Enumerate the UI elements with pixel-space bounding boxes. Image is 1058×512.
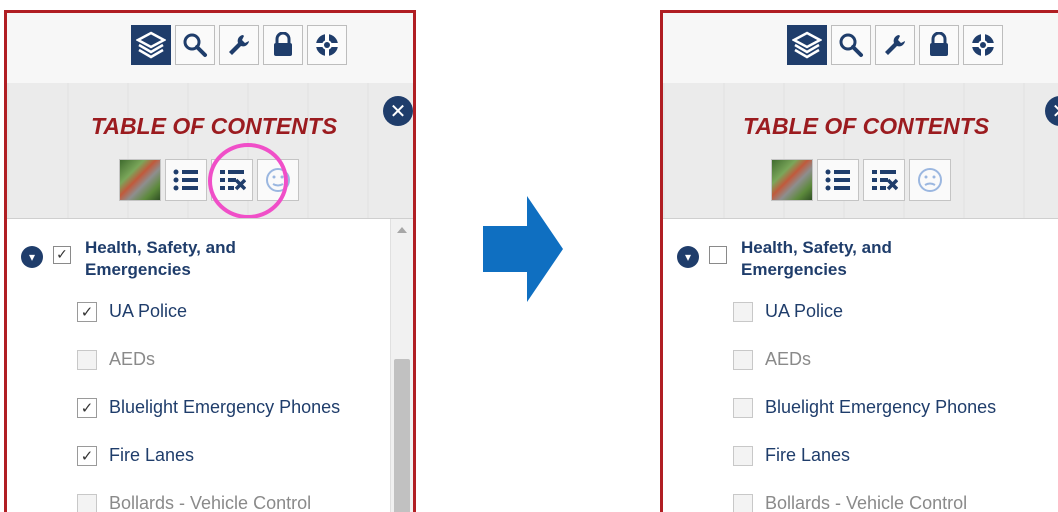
toolbar bbox=[663, 13, 1058, 83]
layer-label: Bollards - Vehicle Control bbox=[109, 493, 312, 512]
layer-list: ▾ Health, Safety, and Emergencies UA Pol… bbox=[663, 218, 1058, 512]
layer-label: Bollards - Vehicle Control bbox=[765, 493, 968, 512]
layer-label: Fire Lanes bbox=[765, 445, 851, 465]
check-icon: ✓ bbox=[80, 302, 94, 321]
wrench-icon bbox=[885, 35, 905, 55]
layer-item-fire-lanes[interactable]: Fire Lanes bbox=[733, 445, 850, 466]
group-label: Health, Safety, and Emergencies bbox=[85, 237, 236, 281]
layers-button[interactable] bbox=[787, 25, 827, 65]
tab-feedback[interactable] bbox=[909, 159, 951, 201]
tab-legend[interactable] bbox=[165, 159, 207, 201]
search-button[interactable] bbox=[175, 25, 215, 65]
group-checkbox[interactable]: ✓ bbox=[53, 246, 71, 264]
layer-checkbox[interactable] bbox=[733, 301, 753, 322]
layer-item-bollards[interactable]: Bollards - Vehicle Control bbox=[77, 493, 311, 512]
layer-checkbox[interactable] bbox=[77, 493, 97, 512]
chevron-down-icon[interactable]: ▾ bbox=[677, 246, 699, 268]
help-button[interactable] bbox=[963, 25, 1003, 65]
layer-checkbox[interactable]: ✓ bbox=[77, 445, 97, 466]
layer-label: UA Police bbox=[109, 301, 188, 321]
layer-label: AEDs bbox=[109, 349, 156, 369]
check-icon: ✓ bbox=[80, 446, 94, 465]
layer-label: UA Police bbox=[765, 301, 844, 321]
scrollbar-thumb[interactable] bbox=[394, 359, 410, 512]
group-label-line1: Health, Safety, and bbox=[741, 238, 892, 257]
layer-item-fire-lanes[interactable]: ✓ Fire Lanes bbox=[77, 445, 194, 466]
help-button[interactable] bbox=[307, 25, 347, 65]
close-icon: ✕ bbox=[389, 99, 407, 123]
highlight-circle bbox=[208, 143, 288, 219]
toc-panel-after: ✕ TABLE OF CONTENTS bbox=[660, 10, 1058, 512]
layer-item-aeds[interactable]: AEDs bbox=[77, 349, 155, 370]
layer-item-bollards[interactable]: Bollards - Vehicle Control bbox=[733, 493, 967, 512]
wrench-icon bbox=[229, 35, 249, 55]
search-icon bbox=[839, 33, 863, 57]
lock-icon bbox=[274, 32, 292, 56]
group-label-line1: Health, Safety, and bbox=[85, 238, 236, 257]
search-icon bbox=[183, 33, 207, 57]
layer-checkbox[interactable] bbox=[733, 397, 753, 418]
layer-group: ▾ Health, Safety, and Emergencies bbox=[677, 237, 892, 281]
scrollbar[interactable] bbox=[390, 219, 413, 512]
lifebuoy-icon bbox=[316, 34, 338, 56]
lock-icon bbox=[930, 32, 948, 56]
layers-icon bbox=[136, 31, 166, 59]
search-button[interactable] bbox=[831, 25, 871, 65]
list-icon bbox=[173, 169, 198, 191]
layer-label: AEDs bbox=[765, 349, 812, 369]
check-icon: ✓ bbox=[80, 398, 94, 417]
layer-checkbox[interactable]: ✓ bbox=[77, 301, 97, 322]
toc-tabs bbox=[771, 159, 951, 201]
layers-icon bbox=[792, 31, 822, 59]
layer-label: Bluelight Emergency Phones bbox=[109, 397, 341, 417]
group-label-line2: Emergencies bbox=[85, 260, 191, 279]
tools-button[interactable] bbox=[875, 25, 915, 65]
layer-checkbox[interactable] bbox=[733, 445, 753, 466]
layer-item-ua-police[interactable]: ✓ UA Police bbox=[77, 301, 187, 322]
layer-list: ▾ ✓ Health, Safety, and Emergencies ✓ UA … bbox=[7, 218, 413, 512]
toc-title: TABLE OF CONTENTS bbox=[743, 113, 990, 139]
tab-clear-layers[interactable] bbox=[863, 159, 905, 201]
check-icon: ✓ bbox=[56, 247, 68, 263]
tab-basemap[interactable] bbox=[119, 159, 161, 201]
close-button[interactable]: ✕ bbox=[383, 96, 413, 126]
lifebuoy-icon bbox=[972, 34, 994, 56]
group-checkbox[interactable] bbox=[709, 246, 727, 264]
toc-panel-before: ✕ TABLE OF CONTENTS ▾ ✓ Health, Safety, … bbox=[4, 10, 416, 512]
arrow-right-icon bbox=[483, 196, 563, 302]
group-label-line2: Emergencies bbox=[741, 260, 847, 279]
toolbar-buttons bbox=[787, 25, 1003, 65]
lock-button[interactable] bbox=[263, 25, 303, 65]
tab-legend[interactable] bbox=[817, 159, 859, 201]
close-icon: ✕ bbox=[1052, 99, 1058, 123]
scroll-up-icon[interactable] bbox=[397, 227, 407, 233]
layer-item-bluelight-phones[interactable]: ✓ Bluelight Emergency Phones bbox=[77, 397, 340, 418]
layer-checkbox[interactable] bbox=[733, 493, 753, 512]
toolbar-buttons bbox=[131, 25, 347, 65]
tab-basemap[interactable] bbox=[771, 159, 813, 201]
layer-item-bluelight-phones[interactable]: Bluelight Emergency Phones bbox=[733, 397, 996, 418]
smiley-icon bbox=[918, 168, 942, 192]
group-label: Health, Safety, and Emergencies bbox=[741, 237, 892, 281]
layers-button[interactable] bbox=[131, 25, 171, 65]
toc-title: TABLE OF CONTENTS bbox=[91, 113, 338, 139]
list-clear-icon bbox=[872, 170, 898, 191]
layer-checkbox[interactable]: ✓ bbox=[77, 397, 97, 418]
layer-label: Bluelight Emergency Phones bbox=[765, 397, 997, 417]
lock-button[interactable] bbox=[919, 25, 959, 65]
layer-checkbox[interactable] bbox=[733, 349, 753, 370]
layer-checkbox[interactable] bbox=[77, 349, 97, 370]
layer-item-ua-police[interactable]: UA Police bbox=[733, 301, 843, 322]
tools-button[interactable] bbox=[219, 25, 259, 65]
chevron-down-icon[interactable]: ▾ bbox=[21, 246, 43, 268]
toolbar bbox=[7, 13, 413, 83]
layer-group: ▾ ✓ Health, Safety, and Emergencies bbox=[21, 237, 236, 281]
layer-item-aeds[interactable]: AEDs bbox=[733, 349, 811, 370]
layer-label: Fire Lanes bbox=[109, 445, 195, 465]
list-icon bbox=[825, 169, 850, 191]
